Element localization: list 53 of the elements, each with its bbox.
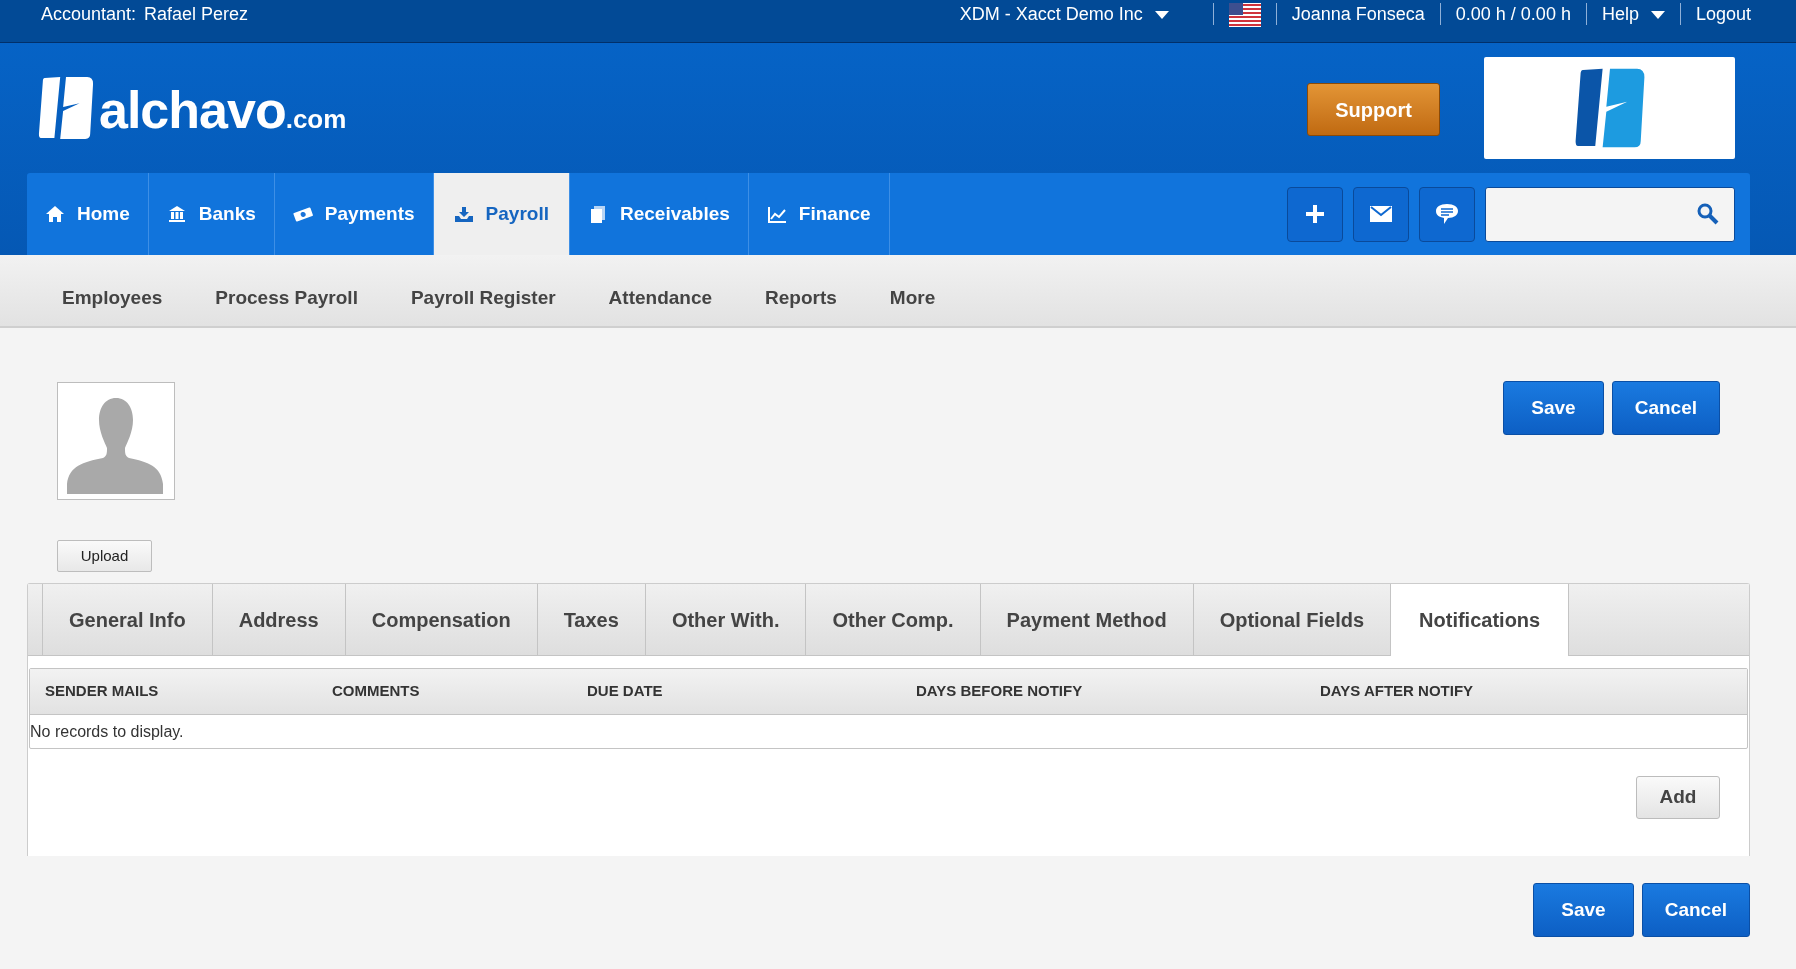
inbox-download-icon [453, 204, 474, 224]
chat-button[interactable] [1419, 186, 1475, 242]
cancel-button[interactable]: Cancel [1611, 381, 1720, 435]
upload-button[interactable]: Upload [57, 540, 152, 572]
logo-icon [37, 74, 95, 142]
sub-nav-link[interactable]: More [889, 284, 936, 313]
envelope-icon [1370, 206, 1392, 222]
company-dropdown[interactable]: XDM - Xacct Demo Inc [959, 1, 1169, 28]
sub-nav-link[interactable]: Process Payroll [215, 284, 358, 313]
bank-icon [166, 204, 187, 224]
column-header: DUE DATE [587, 681, 664, 702]
sub-nav-link[interactable]: Employees [62, 284, 163, 313]
help-menu[interactable]: Help [1601, 1, 1665, 28]
banknote-icon [292, 204, 313, 224]
caret-icon [1650, 10, 1665, 19]
accountant-label: Accountant: [41, 3, 137, 26]
plus-icon [1305, 204, 1325, 224]
column-header: DAYS BEFORE NOTIFY [916, 681, 1084, 702]
column-header: COMMENTS [332, 681, 421, 702]
search-icon [1697, 203, 1719, 225]
line-chart-icon [766, 204, 787, 224]
cancel-button[interactable]: Cancel [1641, 883, 1750, 937]
tab[interactable]: Other With. [645, 584, 807, 655]
empty-message: No records to display. [30, 721, 184, 742]
document-icon [588, 204, 608, 224]
column-header: SENDER MAILS [44, 681, 160, 702]
column-header: DAYS AFTER NOTIFY [1320, 681, 1474, 702]
save-button[interactable]: Save [1533, 883, 1634, 937]
save-button[interactable]: Save [1503, 381, 1604, 435]
logout-link[interactable]: Logout [1695, 1, 1751, 28]
sub-nav-link[interactable]: Payroll Register [410, 284, 556, 313]
tab[interactable]: Other Comp. [806, 584, 981, 655]
user-link[interactable]: Joanna Fonseca [1291, 1, 1425, 28]
tab[interactable]: Address [212, 584, 346, 655]
hours-text: 0.00 h / 0.00 h [1455, 3, 1571, 26]
tab[interactable]: Taxes [537, 584, 646, 655]
accountant-name: Rafael Perez [144, 3, 249, 26]
tab[interactable]: Compensation [345, 584, 538, 655]
house-icon [45, 204, 65, 224]
mail-button[interactable] [1353, 186, 1409, 242]
us-flag-icon[interactable] [1228, 3, 1261, 27]
tab[interactable]: Payment Method [980, 584, 1194, 655]
speech-bubble-icon [1435, 203, 1459, 225]
caret-icon [1154, 10, 1169, 19]
sub-nav-link[interactable]: Attendance [608, 284, 713, 313]
nav-tab[interactable]: Payroll [433, 173, 570, 255]
sub-nav-link[interactable]: Reports [765, 284, 837, 313]
search-field[interactable] [1485, 186, 1735, 242]
add-button[interactable]: Add [1636, 776, 1720, 819]
tab[interactable]: Notifications [1391, 584, 1570, 656]
logo-wordmark: alchavo.com [99, 84, 347, 136]
add-icon-button[interactable] [1287, 186, 1343, 242]
tab[interactable]: General Info [43, 584, 213, 655]
